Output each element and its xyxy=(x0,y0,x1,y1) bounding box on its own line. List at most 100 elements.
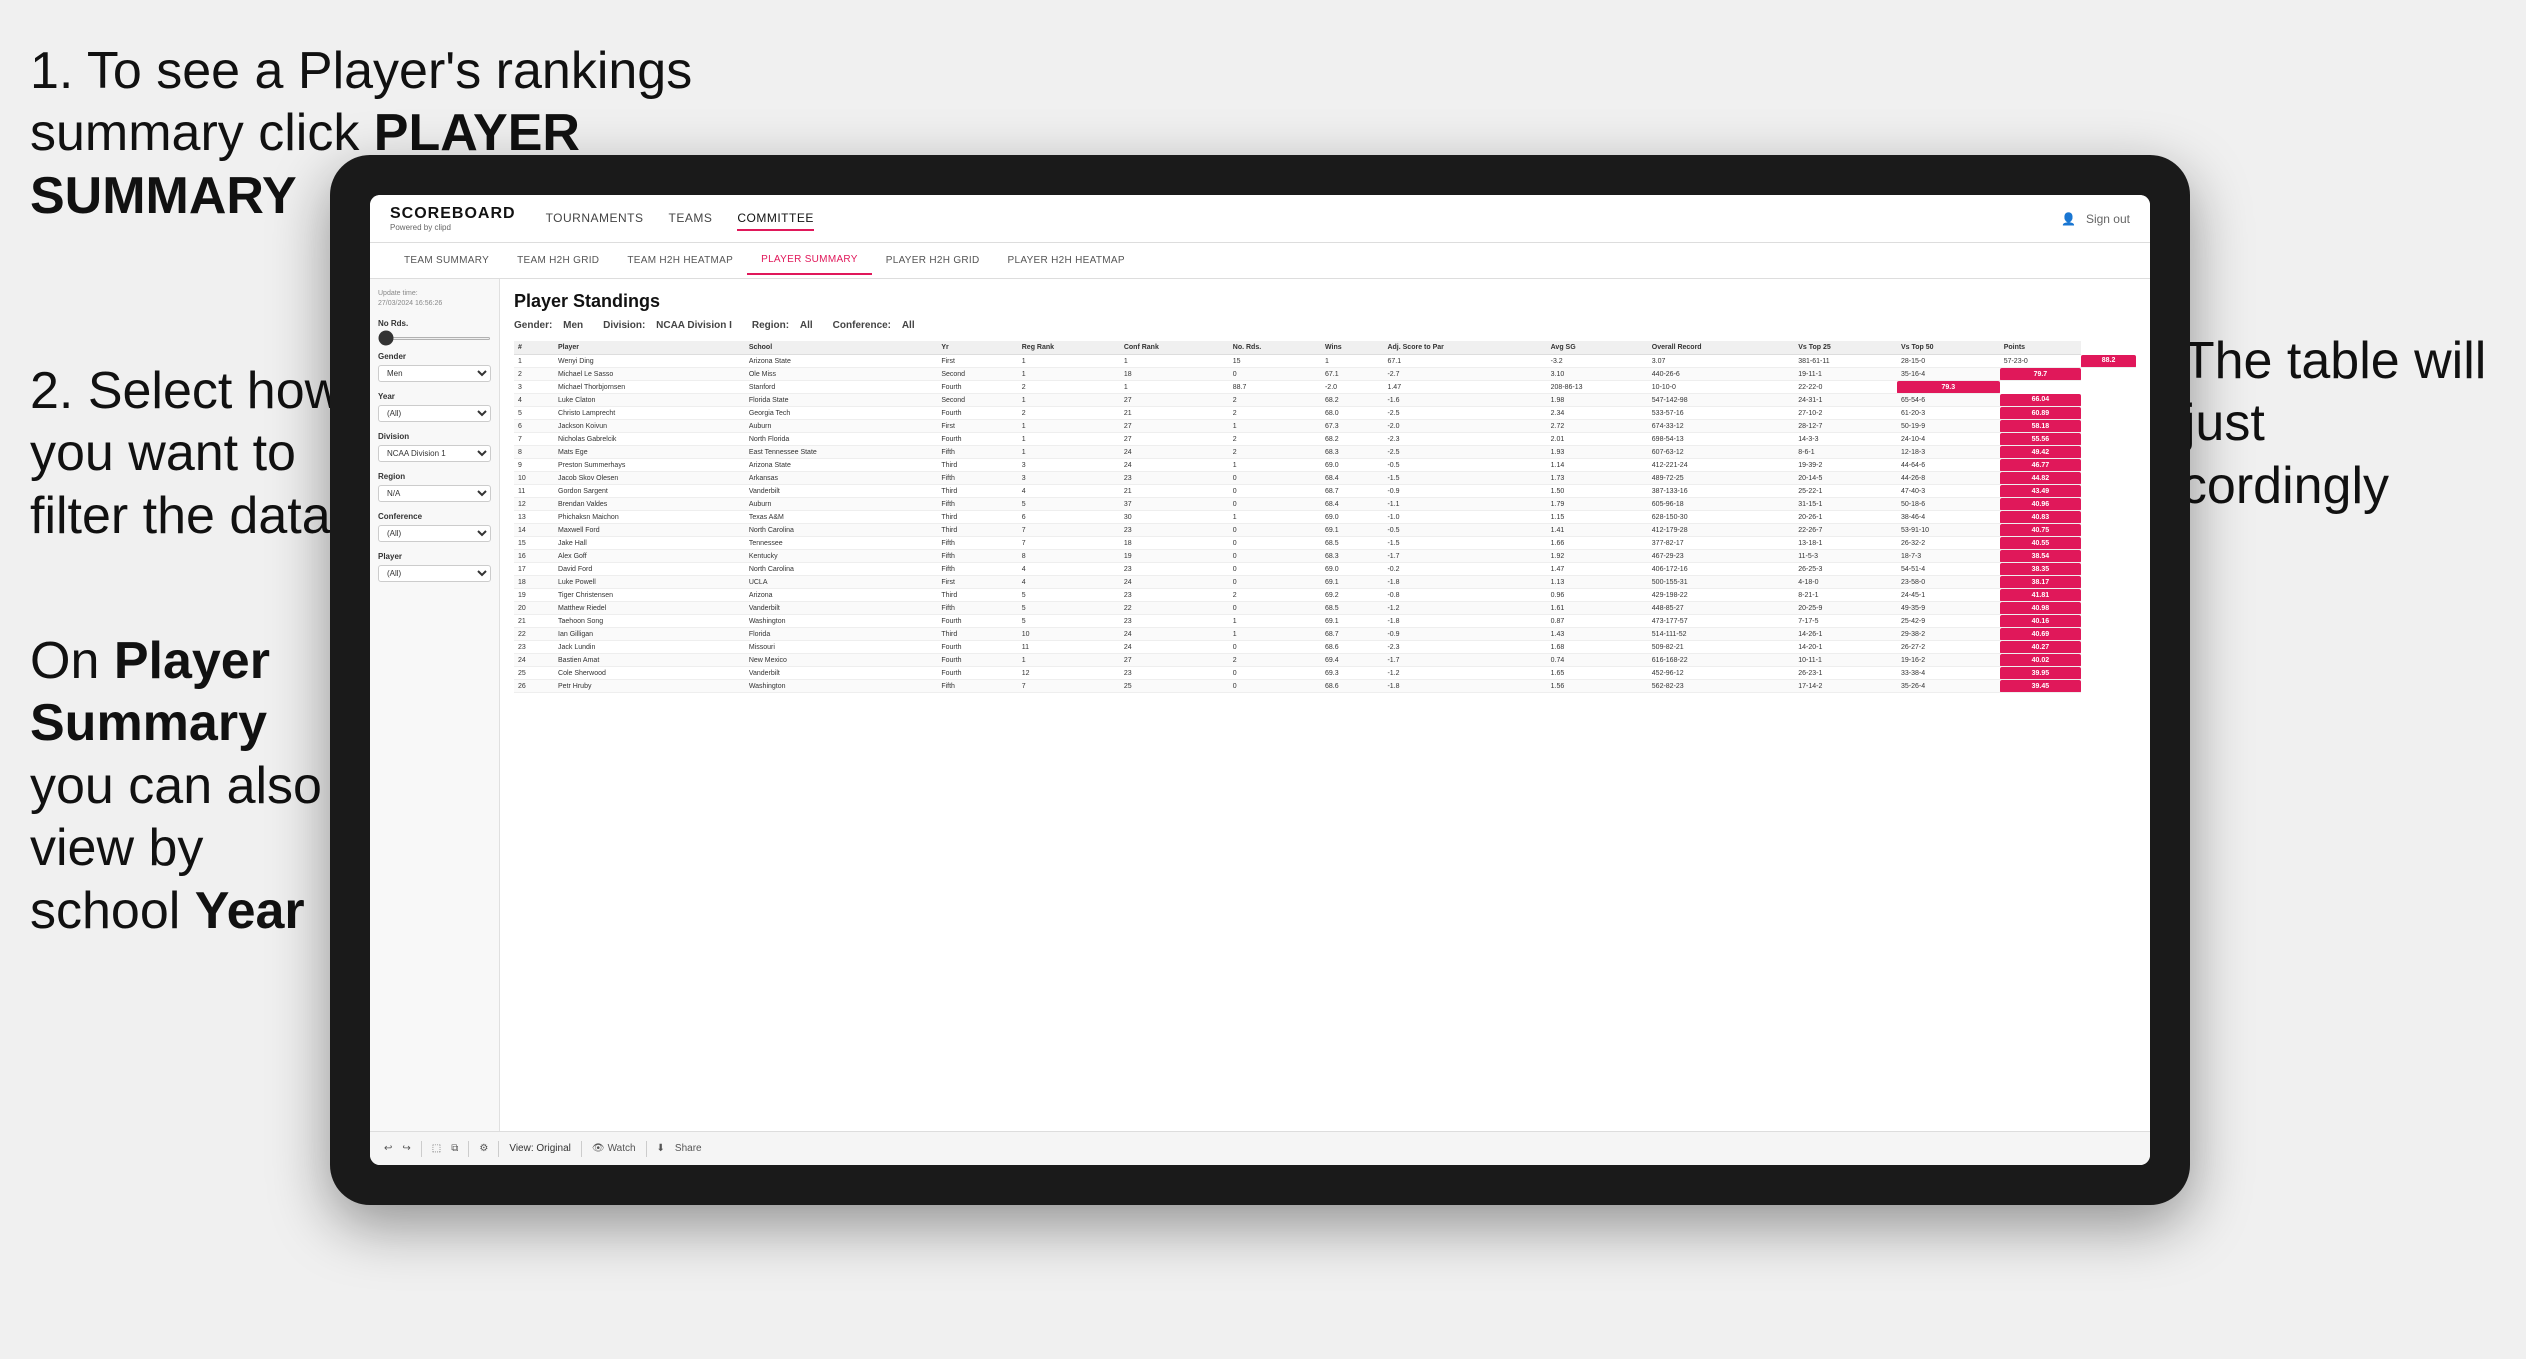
cell-16-8: -0.2 xyxy=(1383,563,1546,576)
table-row[interactable]: 8Mats EgeEast Tennessee StateFifth124268… xyxy=(514,446,2136,459)
tablet-device: SCOREBOARD Powered by clipd TOURNAMENTS … xyxy=(330,155,2190,1205)
table-row[interactable]: 25Cole SherwoodVanderbiltFourth1223069.3… xyxy=(514,667,2136,680)
paste-button[interactable]: ⧉ xyxy=(451,1143,458,1154)
table-row[interactable]: 22Ian GilliganFloridaThird1024168.7-0.91… xyxy=(514,628,2136,641)
cell-22-6: 0 xyxy=(1229,641,1321,654)
table-row[interactable]: 21Taehoon SongWashingtonFourth523169.1-1… xyxy=(514,615,2136,628)
table-row[interactable]: 2Michael Le SassoOle MissSecond118067.1-… xyxy=(514,368,2136,381)
cell-14-5: 18 xyxy=(1120,537,1229,550)
cell-13-10: 412-179-28 xyxy=(1648,524,1794,537)
cell-4-8: -2.5 xyxy=(1383,407,1546,420)
cell-10-3: Third xyxy=(937,485,1017,498)
cell-21-2: Florida xyxy=(745,628,938,641)
cell-17-13: 38.17 xyxy=(2000,576,2081,589)
nav-tournaments[interactable]: TOURNAMENTS xyxy=(546,207,644,231)
cell-8-11: 19-39-2 xyxy=(1794,459,1897,472)
table-row[interactable]: 23Jack LundinMissouriFourth1124068.6-2.3… xyxy=(514,641,2136,654)
cell-10-2: Vanderbilt xyxy=(745,485,938,498)
redo-button[interactable]: ↪ xyxy=(402,1143,410,1154)
no-rds-slider[interactable] xyxy=(378,337,491,340)
col-yr: Yr xyxy=(937,341,1017,355)
table-row[interactable]: 4Luke ClatonFlorida StateSecond127268.2-… xyxy=(514,394,2136,407)
sub-nav-team-h2h-grid[interactable]: TEAM H2H GRID xyxy=(503,247,613,274)
sub-nav-team-summary[interactable]: TEAM SUMMARY xyxy=(390,247,503,274)
copy-button[interactable]: ⬚ xyxy=(432,1143,441,1154)
table-row[interactable]: 17David FordNorth CarolinaFifth423069.0-… xyxy=(514,563,2136,576)
table-row[interactable]: 26Petr HrubyWashingtonFifth725068.6-1.81… xyxy=(514,680,2136,693)
sign-out-link[interactable]: Sign out xyxy=(2086,212,2130,226)
cell-11-8: -1.1 xyxy=(1383,498,1546,511)
toolbar-divider-2 xyxy=(468,1141,469,1157)
table-row[interactable]: 16Alex GoffKentuckyFifth819068.3-1.71.92… xyxy=(514,550,2136,563)
region-summary: Region: All xyxy=(752,320,813,331)
table-header-row: # Player School Yr Reg Rank Conf Rank No… xyxy=(514,341,2136,355)
division-select[interactable]: NCAA Division 1 xyxy=(378,445,491,462)
sub-nav-team-h2h-heatmap[interactable]: TEAM H2H HEATMAP xyxy=(613,247,747,274)
player-select[interactable]: (All) xyxy=(378,565,491,582)
cell-4-13: 60.89 xyxy=(2000,407,2081,420)
cell-11-4: 5 xyxy=(1018,498,1120,511)
table-row[interactable]: 9Preston SummerhaysArizona StateThird324… xyxy=(514,459,2136,472)
view-original-button[interactable]: View: Original xyxy=(509,1143,571,1154)
gender-select[interactable]: Men Women xyxy=(378,365,491,382)
table-row[interactable]: 3Michael ThorbjornsenStanfordFourth2188.… xyxy=(514,381,2136,394)
table-row[interactable]: 10Jacob Skov OlesenArkansasFifth323068.4… xyxy=(514,472,2136,485)
watch-button[interactable]: 👁 Watch xyxy=(592,1143,636,1154)
cell-19-4: 5 xyxy=(1018,602,1120,615)
region-select[interactable]: N/A xyxy=(378,485,491,502)
cell-6-2: North Florida xyxy=(745,433,938,446)
table-row[interactable]: 7Nicholas GabrelcikNorth FloridaFourth12… xyxy=(514,433,2136,446)
region-label: Region xyxy=(378,472,491,481)
cell-9-2: Arkansas xyxy=(745,472,938,485)
table-row[interactable]: 11Gordon SargentVanderbiltThird421068.7-… xyxy=(514,485,2136,498)
cell-9-4: 3 xyxy=(1018,472,1120,485)
cell-9-7: 68.4 xyxy=(1321,472,1384,485)
table-row[interactable]: 24Bastien AmatNew MexicoFourth127269.4-1… xyxy=(514,654,2136,667)
cell-6-12: 24-10-4 xyxy=(1897,433,2000,446)
cell-14-13: 40.55 xyxy=(2000,537,2081,550)
cell-0-0: 1 xyxy=(514,355,554,368)
undo-button[interactable]: ↩ xyxy=(384,1143,392,1154)
cell-7-8: -2.5 xyxy=(1383,446,1546,459)
col-conf-rank: Conf Rank xyxy=(1120,341,1229,355)
settings-button[interactable]: ⚙ xyxy=(479,1143,488,1154)
table-row[interactable]: 5Christo LamprechtGeorgia TechFourth2212… xyxy=(514,407,2136,420)
cell-14-10: 377-82-17 xyxy=(1648,537,1794,550)
cell-18-13: 41.81 xyxy=(2000,589,2081,602)
cell-12-12: 38-46-4 xyxy=(1897,511,2000,524)
cell-6-4: 1 xyxy=(1018,433,1120,446)
cell-8-2: Arizona State xyxy=(745,459,938,472)
sub-nav-player-h2h-grid[interactable]: PLAYER H2H GRID xyxy=(872,247,994,274)
cell-16-4: 4 xyxy=(1018,563,1120,576)
cell-13-9: 1.41 xyxy=(1547,524,1648,537)
table-row[interactable]: 19Tiger ChristensenArizonaThird523269.2-… xyxy=(514,589,2136,602)
cell-7-6: 2 xyxy=(1229,446,1321,459)
table-row[interactable]: 12Brendan ValdesAuburnFifth537068.4-1.11… xyxy=(514,498,2136,511)
table-row[interactable]: 15Jake HallTennesseeFifth718068.5-1.51.6… xyxy=(514,537,2136,550)
table-row[interactable]: 18Luke PowellUCLAFirst424069.1-1.81.1350… xyxy=(514,576,2136,589)
cell-12-6: 1 xyxy=(1229,511,1321,524)
cell-3-12: 65-54-6 xyxy=(1897,394,2000,407)
cell-19-3: Fifth xyxy=(937,602,1017,615)
cell-23-6: 2 xyxy=(1229,654,1321,667)
nav-teams[interactable]: TEAMS xyxy=(669,207,713,231)
conference-select[interactable]: (All) xyxy=(378,525,491,542)
cell-24-2: Vanderbilt xyxy=(745,667,938,680)
cell-4-6: 2 xyxy=(1229,407,1321,420)
year-select[interactable]: (All) xyxy=(378,405,491,422)
cell-20-13: 40.16 xyxy=(2000,615,2081,628)
share-button[interactable]: Share xyxy=(675,1143,702,1154)
table-row[interactable]: 6Jackson KoivunAuburnFirst127167.3-2.02.… xyxy=(514,420,2136,433)
download-button[interactable]: ⬇ xyxy=(657,1143,665,1154)
table-row[interactable]: 13Phichaksn MaichonTexas A&MThird630169.… xyxy=(514,511,2136,524)
cell-19-9: 1.61 xyxy=(1547,602,1648,615)
nav-committee[interactable]: COMMITTEE xyxy=(737,207,814,231)
table-row[interactable]: 1Wenyi DingArizona StateFirst1115167.1-3… xyxy=(514,355,2136,368)
table-row[interactable]: 20Matthew RiedelVanderbiltFifth522068.5-… xyxy=(514,602,2136,615)
table-row[interactable]: 14Maxwell FordNorth CarolinaThird723069.… xyxy=(514,524,2136,537)
cell-3-5: 27 xyxy=(1120,394,1229,407)
sub-nav-player-h2h-heatmap[interactable]: PLAYER H2H HEATMAP xyxy=(994,247,1139,274)
sub-nav-player-summary[interactable]: PLAYER SUMMARY xyxy=(747,246,872,275)
cell-15-4: 8 xyxy=(1018,550,1120,563)
cell-21-11: 14-26-1 xyxy=(1794,628,1897,641)
